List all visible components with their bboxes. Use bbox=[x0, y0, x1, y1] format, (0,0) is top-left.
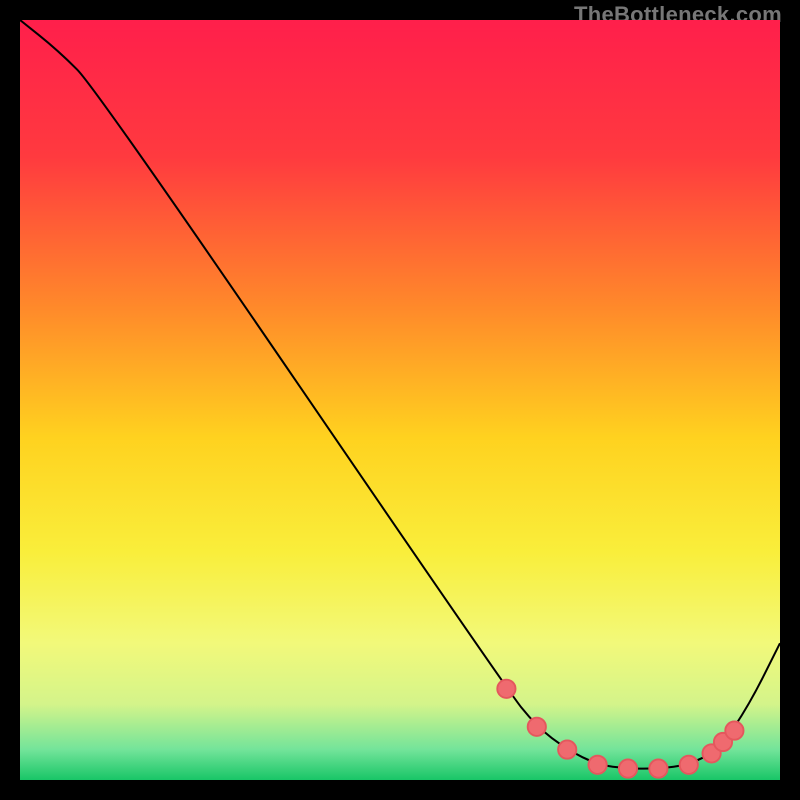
marker-dot bbox=[558, 740, 576, 758]
marker-dot bbox=[725, 721, 743, 739]
marker-dot bbox=[649, 759, 667, 777]
marker-dot bbox=[528, 718, 546, 736]
marker-dot bbox=[680, 756, 698, 774]
marker-dot bbox=[619, 759, 637, 777]
marker-dot bbox=[588, 756, 606, 774]
marker-dot bbox=[497, 680, 515, 698]
chart-svg bbox=[20, 20, 780, 780]
chart-plot bbox=[20, 20, 780, 780]
chart-background bbox=[20, 20, 780, 780]
chart-stage: TheBottleneck.com bbox=[0, 0, 800, 800]
